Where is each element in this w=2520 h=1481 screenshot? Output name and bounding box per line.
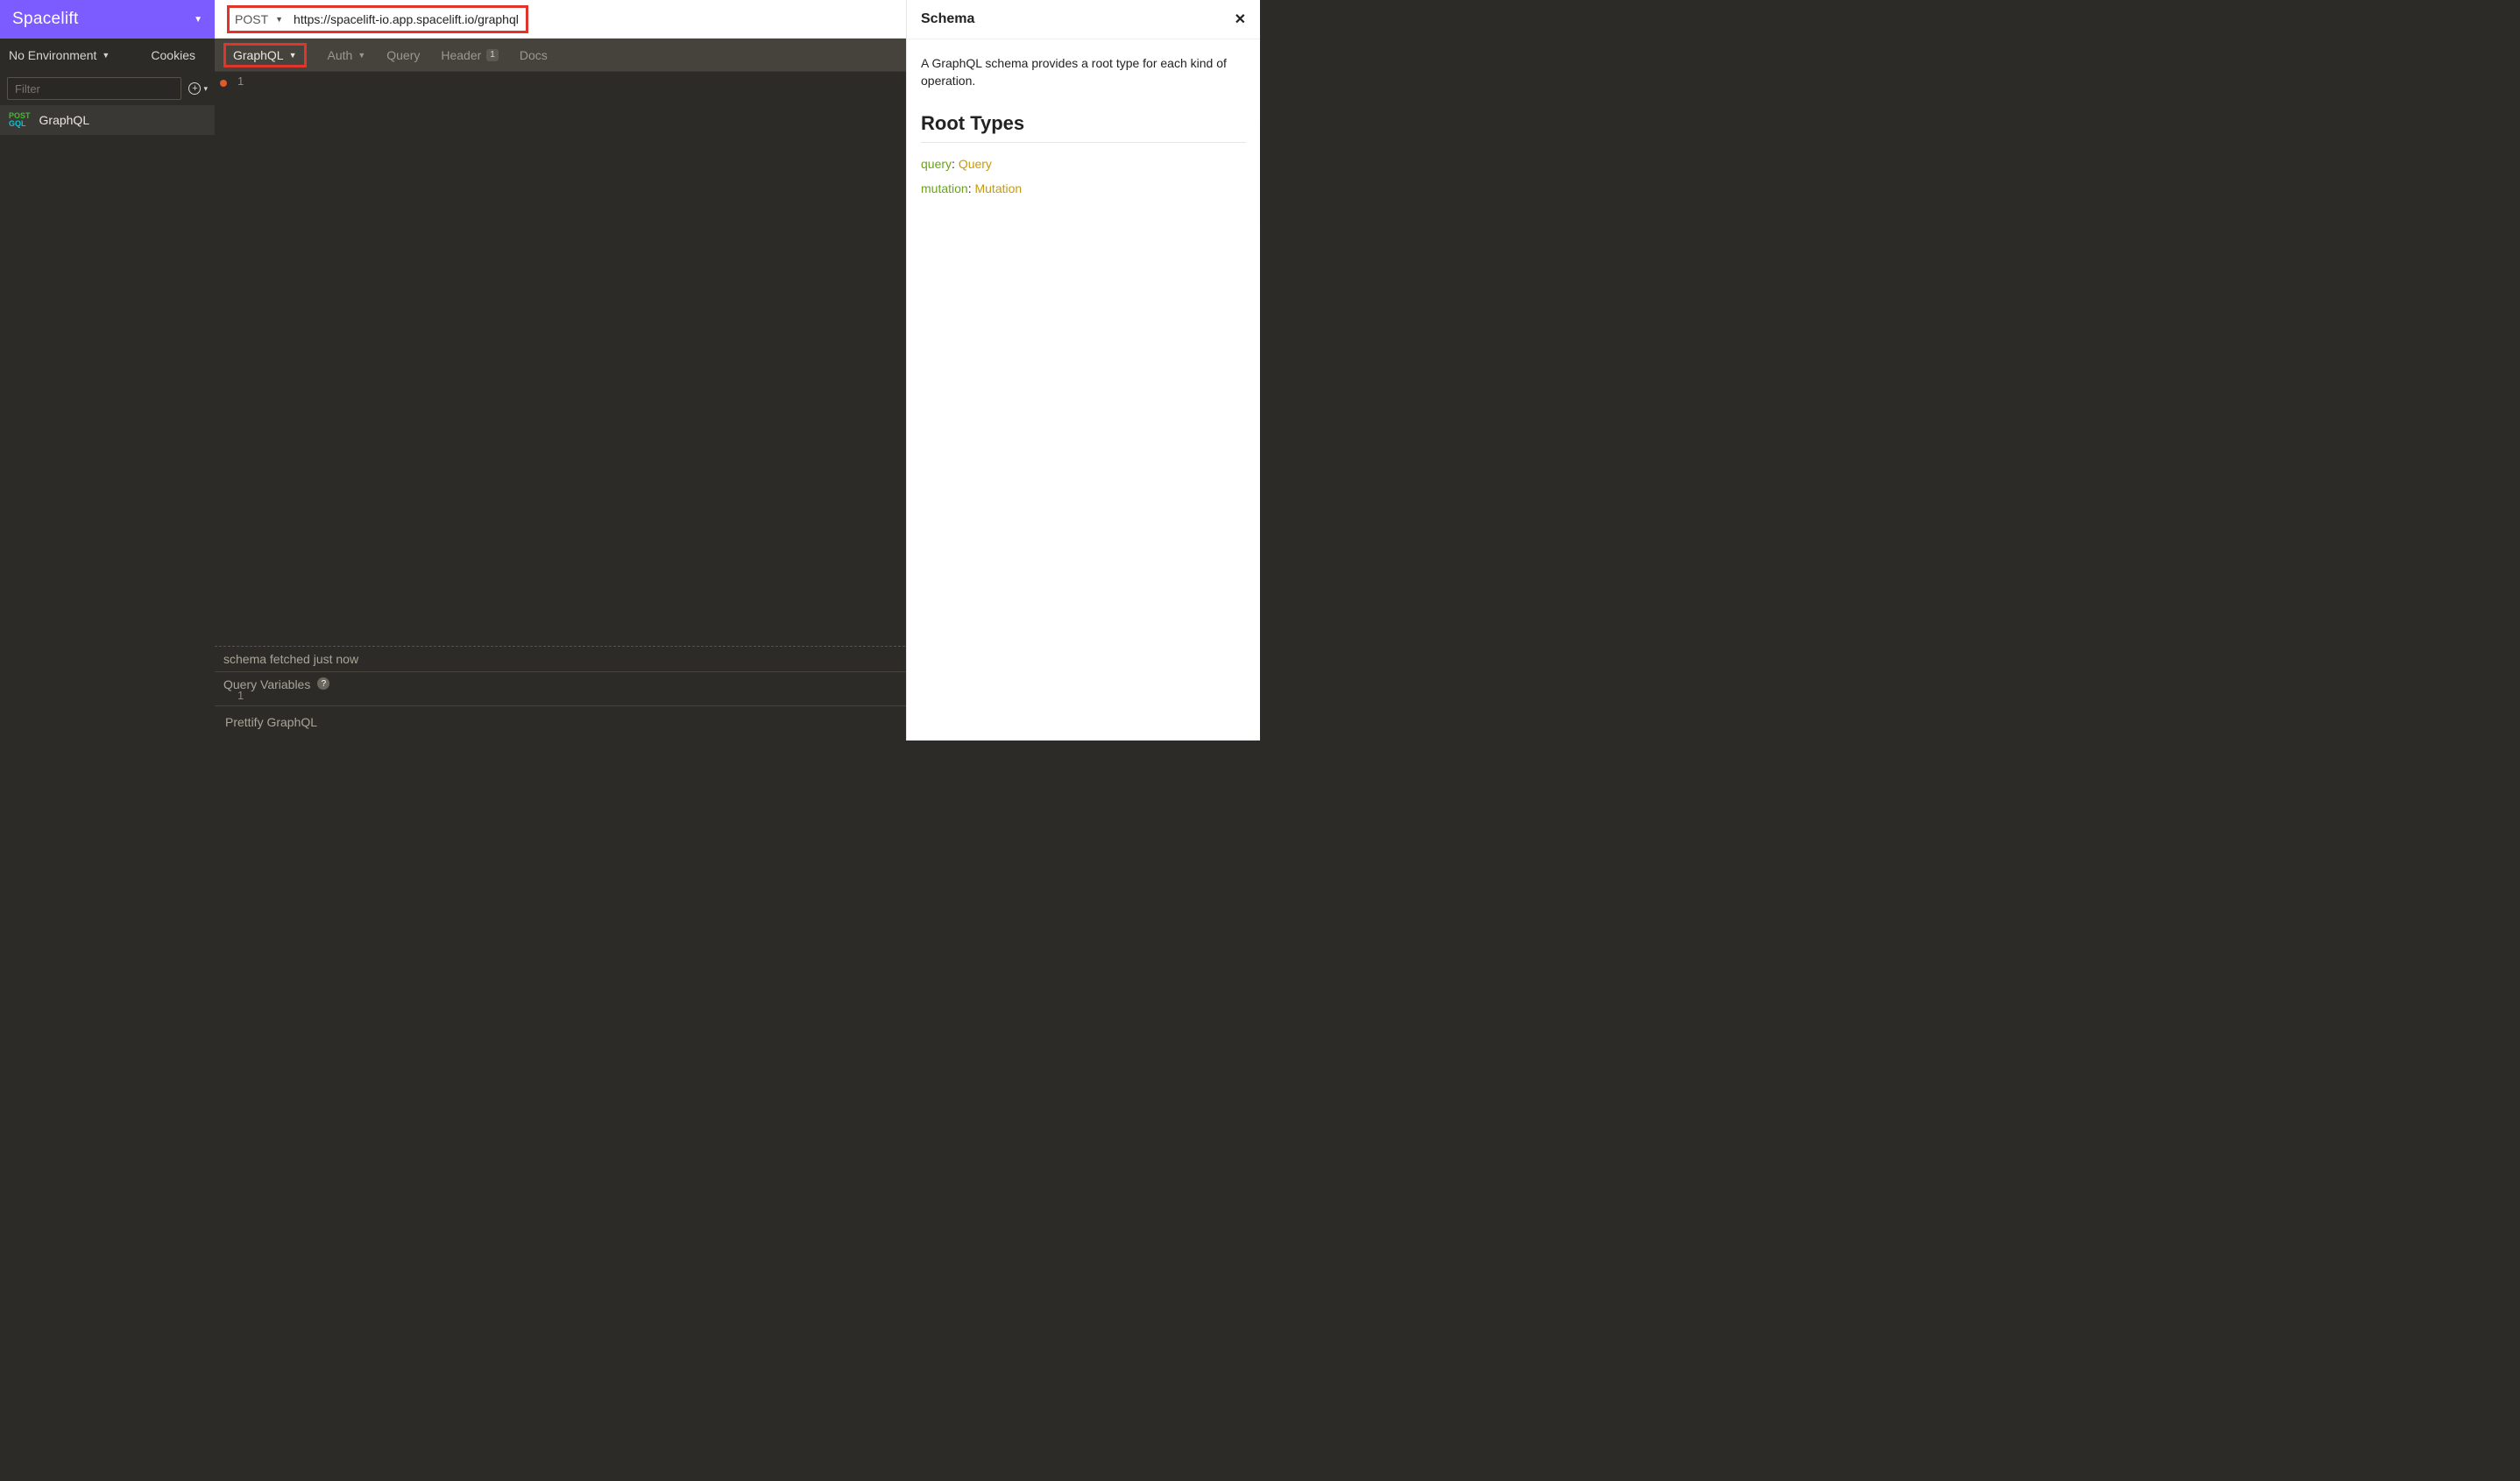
status-text: schema fetched just now [223,652,358,666]
query-variables-label: Query Variables [223,677,310,691]
editor-gutter: 1 [215,72,250,740]
line-number: 1 [237,689,244,702]
tab-query[interactable]: Query [386,48,420,62]
tab-header[interactable]: Header 1 [441,48,498,62]
root-type-query[interactable]: query: Query [921,157,1246,171]
caret-down-icon: ▼ [275,15,283,24]
workspace-title: Spacelift [12,10,79,29]
schema-panel: Schema ✕ A GraphQL schema provides a roo… [906,0,1260,740]
root-types-heading: Root Types [921,112,1246,143]
request-name: GraphQL [39,113,90,127]
caret-down-icon: ▼ [289,51,297,60]
method-url-group: POST ▼ https://spacelift-io.app.spacelif… [227,5,528,33]
caret-down-icon: ▼ [357,51,365,60]
header-count-badge: 1 [486,49,499,61]
plus-icon: + [188,82,201,95]
tab-docs[interactable]: Docs [520,48,548,62]
environment-label: No Environment [9,48,96,62]
cookies-button[interactable]: Cookies [151,48,195,62]
lint-error-dot-icon [220,80,227,87]
help-icon[interactable]: ? [317,677,329,690]
root-type-mutation[interactable]: mutation: Mutation [921,181,1246,195]
environment-selector[interactable]: No Environment ▼ [9,48,110,62]
schema-panel-title: Schema [921,11,974,27]
tab-graphql[interactable]: GraphQL ▼ [223,43,307,67]
request-method-badge: POST GQL [9,112,31,128]
line-number: 1 [237,74,244,88]
caret-down-icon: ▼ [102,51,110,60]
caret-down-icon: ▾ [203,84,208,94]
request-url[interactable]: https://spacelift-io.app.spacelift.io/gr… [294,12,519,26]
sidebar: Spacelift ▼ No Environment ▼ Cookies + ▾… [0,0,215,740]
close-icon[interactable]: ✕ [1235,11,1246,28]
filter-input[interactable] [7,77,181,100]
http-method-selector[interactable]: POST ▼ [235,12,283,26]
tab-auth[interactable]: Auth ▼ [328,48,366,62]
add-request-button[interactable]: + ▾ [188,82,208,95]
chevron-down-icon: ▼ [194,15,202,25]
main: POST ▼ https://spacelift-io.app.spacelif… [215,0,1260,740]
workspace-header[interactable]: Spacelift ▼ [0,0,215,39]
schema-intro: A GraphQL schema provides a root type fo… [921,55,1246,89]
request-item-graphql[interactable]: POST GQL GraphQL [0,105,215,135]
